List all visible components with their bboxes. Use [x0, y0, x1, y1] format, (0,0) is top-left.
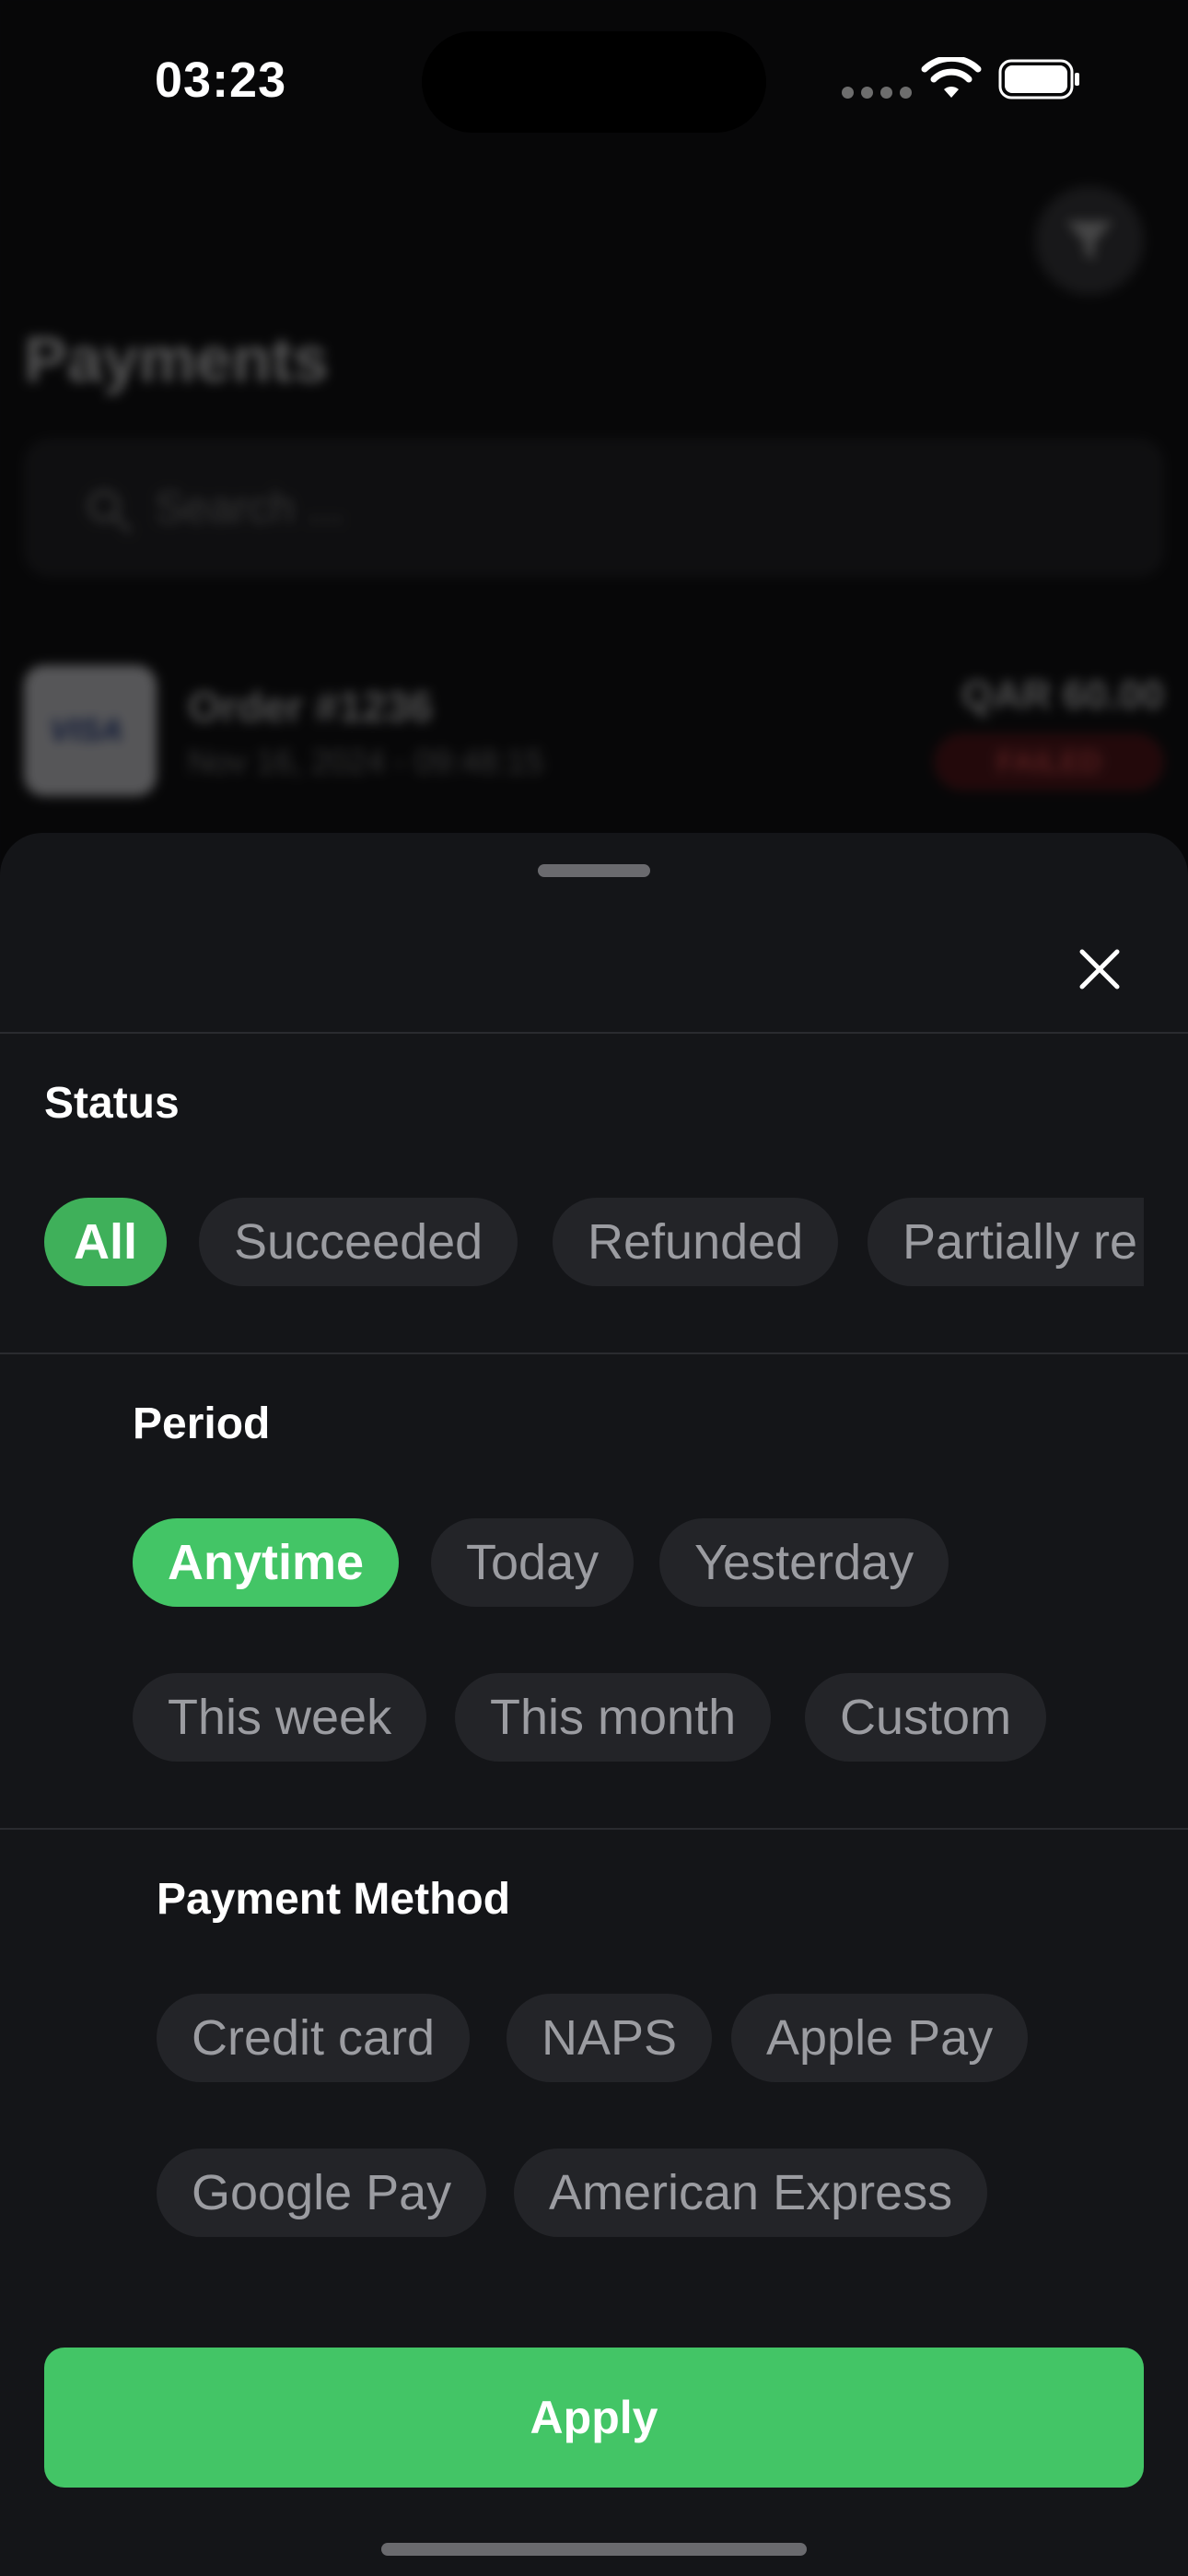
method-chip-american-express[interactable]: American Express [514, 2149, 988, 2237]
divider [0, 1828, 1188, 1830]
status-chip-partially-refunded[interactable]: Partially re [868, 1198, 1144, 1286]
apply-button[interactable]: Apply [44, 2348, 1144, 2488]
period-section-title: Period [133, 1399, 271, 1448]
period-chip-today[interactable]: Today [431, 1518, 635, 1607]
period-chip-this-month[interactable]: This month [455, 1673, 772, 1762]
home-indicator [381, 2543, 807, 2556]
status-time: 03:23 [155, 53, 287, 108]
divider [0, 1032, 1188, 1034]
status-chip-succeeded[interactable]: Succeeded [199, 1198, 518, 1286]
status-chip-refunded[interactable]: Refunded [553, 1198, 839, 1286]
method-chip-credit-card[interactable]: Credit card [157, 1994, 471, 2082]
period-chip-yesterday[interactable]: Yesterday [659, 1518, 949, 1607]
status-chip-all[interactable]: All [44, 1198, 168, 1286]
dynamic-island [422, 31, 766, 133]
close-button[interactable] [1070, 940, 1129, 999]
filter-sheet: Status All Succeeded Refunded Partially … [0, 833, 1188, 2576]
method-chip-naps[interactable]: NAPS [507, 1994, 713, 2082]
signal-icon [842, 87, 912, 99]
wifi-icon [921, 57, 982, 98]
status-bar: 03:23 [0, 0, 1188, 157]
battery-icon [998, 59, 1079, 100]
period-chip-custom[interactable]: Custom [805, 1673, 1047, 1762]
period-chip-anytime[interactable]: Anytime [133, 1518, 400, 1607]
close-icon [1079, 949, 1120, 989]
sheet-grabber[interactable] [538, 864, 650, 877]
period-chip-this-week[interactable]: This week [133, 1673, 427, 1762]
payment-method-section-title: Payment Method [157, 1875, 511, 1924]
divider [0, 1352, 1188, 1354]
method-chip-apple-pay[interactable]: Apple Pay [731, 1994, 1029, 2082]
status-section-title: Status [44, 1079, 180, 1128]
method-chip-google-pay[interactable]: Google Pay [157, 2149, 487, 2237]
status-chip-row[interactable]: All Succeeded Refunded Partially re [44, 1198, 1144, 1290]
